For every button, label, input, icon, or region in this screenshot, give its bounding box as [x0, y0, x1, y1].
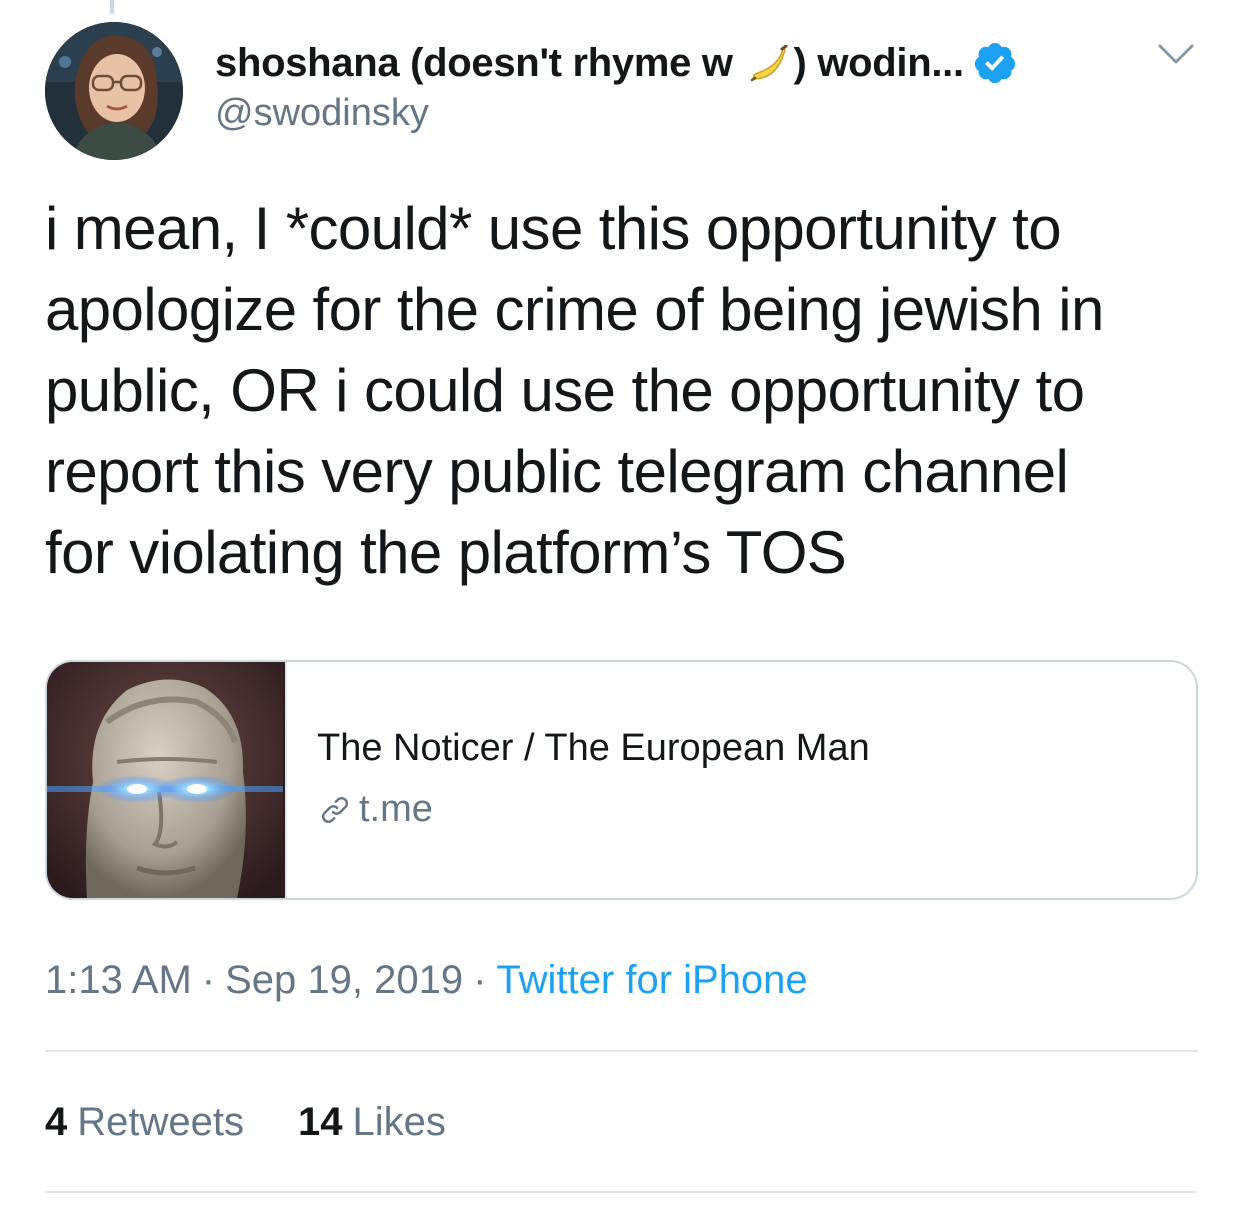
tweet-source-link[interactable]: Twitter for iPhone [496, 958, 807, 1002]
retweets-count: 4 [45, 1100, 68, 1144]
banana-emoji-icon [750, 44, 787, 82]
likes-label: Likes [352, 1100, 446, 1144]
likes-stat[interactable]: 14 Likes [298, 1100, 446, 1145]
likes-count: 14 [298, 1100, 343, 1144]
author-name-part-1: shoshana (doesn't rhyme w [215, 40, 744, 85]
avatar[interactable] [45, 22, 183, 160]
bust-image [47, 662, 283, 898]
author-name-row: shoshana (doesn't rhyme w ) wodin... [215, 38, 1192, 88]
tweet-date[interactable]: Sep 19, 2019 [225, 958, 463, 1002]
divider [45, 1191, 1197, 1193]
tweet-header: shoshana (doesn't rhyme w ) wodin... @sw… [215, 38, 1192, 135]
author-handle[interactable]: @swodinsky [215, 92, 1192, 135]
meta-separator: · [201, 958, 216, 1002]
verified-badge-icon [974, 42, 1015, 84]
tweet-time[interactable]: 1:13 AM [45, 958, 192, 1002]
link-preview-card[interactable]: The Noticer / The European Man t.me [45, 660, 1198, 900]
chevron-down-icon[interactable] [1156, 40, 1196, 68]
link-card-domain: t.me [359, 788, 433, 830]
tweet-meta: 1:13 AM · Sep 19, 2019 · Twitter for iPhone [45, 958, 808, 1003]
link-card-thumbnail [47, 662, 287, 898]
link-card-domain-row: t.me [317, 788, 433, 831]
retweets-stat[interactable]: 4 Retweets [45, 1100, 244, 1145]
meta-separator: · [473, 958, 487, 1002]
avatar-photo [45, 22, 183, 160]
tweet-text: i mean, I *could* use this opportunity t… [45, 195, 1104, 586]
link-card-title: The Noticer / The European Man [317, 727, 870, 769]
author-name-part-2: ) wodin... [793, 40, 965, 85]
divider [45, 1050, 1197, 1052]
tweet-stats: 4 Retweets 14 Likes [45, 1100, 446, 1145]
link-icon [322, 796, 348, 823]
author-display-name[interactable]: shoshana (doesn't rhyme w ) wodin... [215, 41, 964, 86]
retweets-label: Retweets [77, 1100, 244, 1144]
thread-connector-line [110, 0, 114, 14]
